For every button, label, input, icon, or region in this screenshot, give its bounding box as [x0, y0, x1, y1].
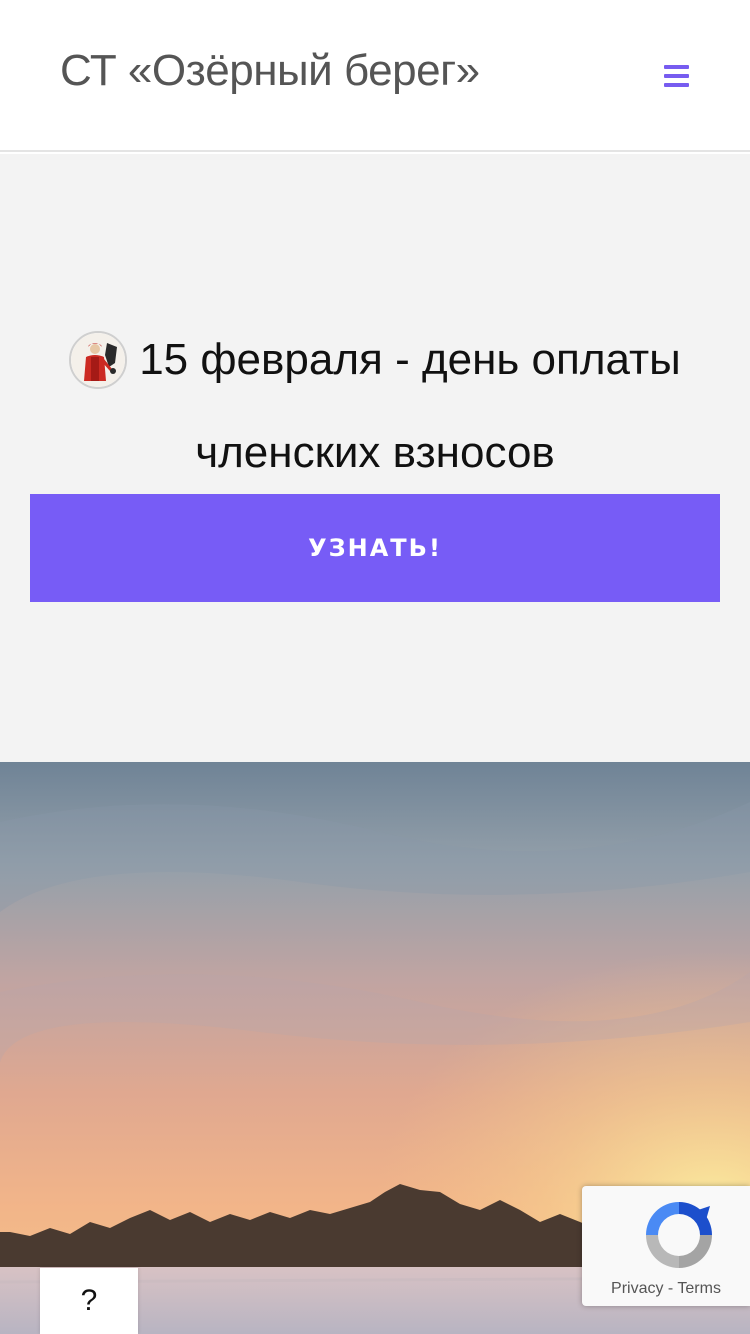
menu-bar-top — [663, 65, 689, 69]
recaptcha-icon — [646, 1202, 712, 1268]
menu-bar-middle — [663, 74, 689, 78]
menu-bar-bottom — [663, 83, 689, 87]
hero-section: 15 февраля - день оплаты членских взносо… — [0, 154, 750, 762]
recaptcha-privacy-link[interactable]: Privacy — [611, 1280, 663, 1297]
recaptcha-terms-link[interactable]: Terms — [677, 1280, 721, 1297]
announcement-line-1: 15 февраля - день оплаты — [0, 330, 750, 390]
site-title[interactable]: СТ «Озёрный берег» — [60, 46, 480, 96]
hamburger-menu-icon[interactable] — [652, 58, 700, 94]
recaptcha-separator: - — [667, 1280, 674, 1297]
learn-more-button[interactable]: УЗНАТЬ! — [30, 494, 720, 602]
site-header: СТ «Озёрный берег» — [0, 0, 750, 152]
recaptcha-badge[interactable]: Privacy - Terms — [582, 1186, 750, 1306]
figure-badge-icon — [69, 331, 128, 389]
announcement: 15 февраля - день оплаты членских взносо… — [0, 330, 750, 498]
announcement-text-line-1: 15 февраля - день оплаты — [139, 335, 681, 384]
recaptcha-links: Privacy - Terms — [582, 1280, 750, 1298]
announcement-text-line-2: членских взносов — [195, 428, 555, 477]
badge-illustration — [71, 333, 126, 387]
help-button[interactable]: ? — [40, 1268, 138, 1334]
